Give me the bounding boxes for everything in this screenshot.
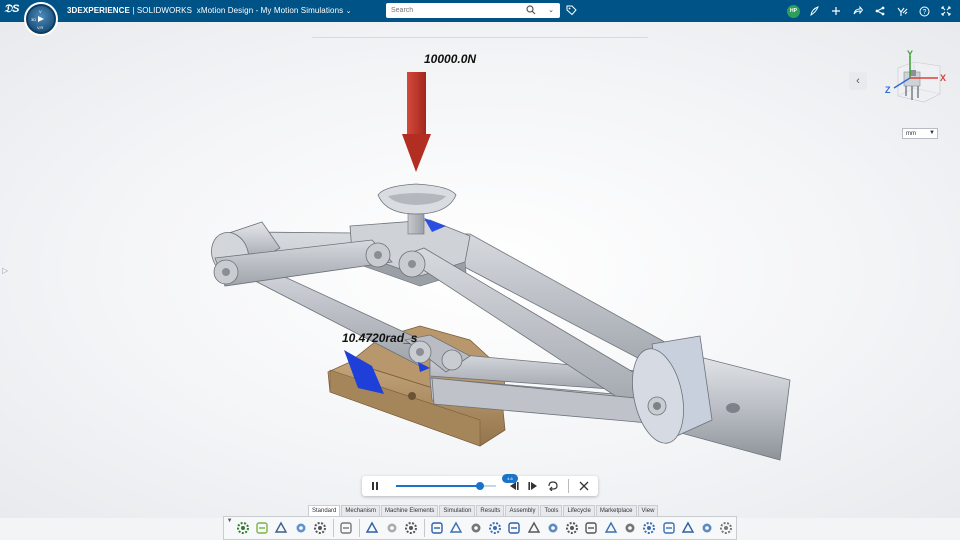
axis-y-label: Y: [907, 49, 913, 59]
spring-icon[interactable]: [525, 519, 541, 537]
brand-app: SOLIDWORKS: [136, 6, 193, 15]
tab-tools[interactable]: Tools: [540, 505, 563, 516]
tab-assembly[interactable]: Assembly: [505, 505, 540, 516]
tab-standard[interactable]: Standard: [308, 505, 341, 516]
search-icon[interactable]: [526, 5, 536, 15]
settings-icon[interactable]: [338, 519, 354, 537]
compass-label-3d: 3D: [31, 17, 37, 22]
toolbar-collapse-icon[interactable]: ▼: [226, 518, 233, 538]
redo-icon[interactable]: [384, 519, 400, 537]
3d-viewport[interactable]: ▷ 10000.0N 10.4720rad_s ‹ Y X Z mm ▼: [0, 22, 960, 518]
brand-bold: 3DEXPERIENCE: [67, 6, 130, 15]
add-icon[interactable]: [828, 3, 844, 19]
measure-icon[interactable]: [583, 519, 599, 537]
timeline-progress: [396, 485, 480, 487]
tag-icon[interactable]: [566, 5, 577, 16]
svg-text:?: ?: [922, 9, 926, 16]
results-icon[interactable]: [680, 519, 696, 537]
chevron-down-icon: ▼: [929, 130, 935, 136]
box-icon[interactable]: [429, 519, 445, 537]
axis-z-label: Z: [885, 85, 891, 95]
avatar[interactable]: HP: [787, 4, 800, 18]
save-icon[interactable]: [273, 519, 289, 537]
step-back-button[interactable]: [507, 479, 521, 493]
motor-speed-label: 10.4720rad_s: [342, 331, 418, 345]
compass-icon[interactable]: 3D V V,R: [24, 2, 58, 36]
bearing-icon[interactable]: [622, 519, 638, 537]
help-icon[interactable]: [403, 519, 419, 537]
tab-lifecycle[interactable]: Lifecycle: [563, 505, 595, 516]
ds-logo[interactable]: 𝔇S: [4, 3, 20, 16]
toolbar-separator: [358, 519, 360, 537]
brand-separator: |: [130, 6, 137, 15]
app-brand: 3DEXPERIENCE | SOLIDWORKS xMotion Design…: [67, 6, 352, 15]
loop-button[interactable]: [546, 479, 560, 493]
simulate-icon[interactable]: [660, 519, 676, 537]
tab-marketplace[interactable]: Marketplace: [595, 505, 637, 516]
close-playback-button[interactable]: [577, 479, 591, 493]
playback-separator: [568, 479, 569, 493]
force-arrow: [402, 72, 431, 172]
tab-mechanism[interactable]: Mechanism: [341, 505, 381, 516]
axis-icon[interactable]: [468, 519, 484, 537]
timeline-knob[interactable]: [476, 482, 484, 490]
plot-icon[interactable]: [699, 519, 715, 537]
feather-icon[interactable]: [806, 3, 822, 19]
force-label: 10000.0N: [424, 52, 477, 66]
panel-collapse-button[interactable]: ‹: [849, 72, 867, 90]
cube-icon[interactable]: [448, 519, 464, 537]
app-title[interactable]: xMotion Design - My Motion Simulations: [197, 6, 344, 15]
search-bar[interactable]: ⌄: [386, 3, 560, 18]
tab-results[interactable]: Results: [476, 505, 505, 516]
toolbar-separator: [332, 519, 334, 537]
angle-icon[interactable]: [564, 519, 580, 537]
toolbar-separator: [423, 519, 425, 537]
pause-button[interactable]: [368, 479, 382, 493]
top-bar: 𝔇S 3DEXPERIENCE | SOLIDWORKS xMotion Des…: [0, 0, 960, 22]
search-dropdown-icon[interactable]: ⌄: [548, 6, 554, 14]
units-select[interactable]: mm ▼: [902, 128, 938, 139]
share-arrow-icon[interactable]: [850, 3, 866, 19]
units-value: mm: [906, 130, 916, 137]
section-icon[interactable]: [603, 519, 619, 537]
tab-machine-elements[interactable]: Machine Elements: [381, 505, 439, 516]
view-cube[interactable]: Y X Z: [880, 48, 954, 110]
scissor-jack-model[interactable]: [0, 22, 960, 518]
fullscreen-icon[interactable]: [938, 3, 954, 19]
compass-label-v: V: [39, 9, 42, 14]
tab-view[interactable]: View: [637, 505, 659, 516]
copy-icon[interactable]: [312, 519, 328, 537]
timeline-slider[interactable]: 4.6: [396, 474, 518, 490]
action-bar-toolbar: ▼: [223, 516, 737, 540]
mechanism-icon[interactable]: [487, 519, 503, 537]
undo-icon[interactable]: [364, 519, 380, 537]
search-input[interactable]: [391, 7, 521, 14]
apps-icon[interactable]: [894, 3, 910, 19]
motor-icon[interactable]: [545, 519, 561, 537]
tab-simulation[interactable]: Simulation: [439, 505, 476, 516]
top-right-actions: HP ?: [787, 3, 954, 19]
help-icon[interactable]: ?: [916, 3, 932, 19]
title-chevron-icon[interactable]: ⌄: [346, 8, 352, 15]
refresh-icon[interactable]: [293, 519, 309, 537]
hand-icon[interactable]: [718, 519, 734, 537]
gear-settings-icon[interactable]: [235, 519, 251, 537]
joints-icon[interactable]: [506, 519, 522, 537]
axis-x-label: X: [940, 73, 946, 83]
action-bar-tabs: Standard Mechanism Machine Elements Simulat…: [308, 505, 659, 516]
gear-pair-icon[interactable]: [641, 519, 657, 537]
step-forward-button[interactable]: [526, 479, 540, 493]
playback-bar: 4.6: [362, 474, 598, 496]
gear-green-icon[interactable]: [254, 519, 270, 537]
compass-label-vr: V,R: [37, 25, 44, 30]
share-network-icon[interactable]: [872, 3, 888, 19]
